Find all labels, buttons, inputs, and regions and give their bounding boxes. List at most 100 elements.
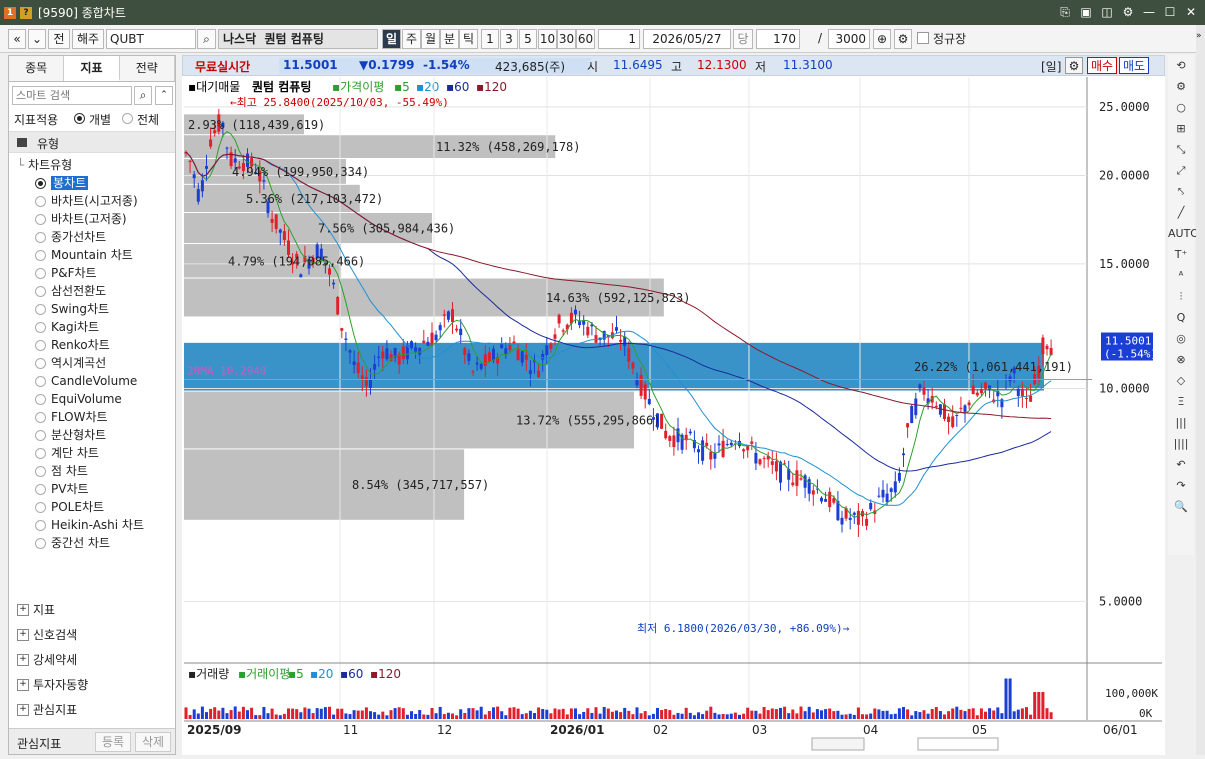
chart-type-radio[interactable] (35, 304, 46, 315)
toolbar-settings-icon[interactable]: ⚙ (894, 29, 912, 49)
chart-type-radio[interactable] (35, 484, 46, 495)
period-tick-button[interactable]: 틱 (459, 29, 478, 49)
dang-button[interactable]: 당 (733, 29, 753, 49)
chart-type-item[interactable]: FLOW차트 (35, 409, 108, 426)
tool-icon[interactable]: AUTO (1168, 223, 1199, 244)
sell-button[interactable]: 매도 (1119, 57, 1149, 74)
chart-type-item[interactable]: POLE차트 (35, 499, 104, 516)
chart-type-radio[interactable] (35, 178, 46, 189)
tool-icon[interactable]: T⁺ (1168, 244, 1194, 265)
chart-type-radio[interactable] (35, 466, 46, 477)
edge-collapse-bar[interactable]: » (1196, 25, 1205, 755)
chart-type-item[interactable]: Renko차트 (35, 337, 110, 354)
prev-button[interactable]: 전 (48, 29, 70, 49)
apply-all-radio[interactable]: 전체 (122, 111, 159, 128)
tool-icon[interactable]: ↶ (1168, 454, 1194, 475)
chart-type-radio[interactable] (35, 502, 46, 513)
chart-type-item[interactable]: EquiVolume (35, 391, 122, 408)
regular-session-checkbox[interactable] (917, 32, 929, 44)
chart-type-item[interactable]: 삼선전환도 (35, 283, 106, 300)
chart-type-item[interactable]: Mountain 차트 (35, 247, 133, 264)
buy-button[interactable]: 매수 (1087, 57, 1117, 74)
count-input[interactable]: 170 (756, 29, 800, 49)
expand-icon[interactable]: » (1196, 31, 1202, 41)
settings-icon[interactable]: ⚙ (1120, 4, 1136, 20)
chart-type-radio[interactable] (35, 340, 46, 351)
tool-icon[interactable]: 🔍 (1168, 496, 1194, 517)
close-icon[interactable]: ✕ (1183, 4, 1199, 20)
interval-30-button[interactable]: 30 (557, 29, 576, 49)
tool-icon[interactable]: ↷ (1168, 475, 1194, 496)
chart-type-radio[interactable] (35, 214, 46, 225)
period-month-button[interactable]: 월 (421, 29, 440, 49)
apply-individual-radio[interactable]: 개별 (74, 111, 111, 128)
tool-icon[interactable]: ╱ (1168, 202, 1194, 223)
tool-icon[interactable]: ⟲ (1168, 55, 1194, 76)
smart-search-input[interactable] (12, 86, 132, 105)
scrollbar[interactable] (811, 737, 865, 751)
chart-type-radio[interactable] (35, 268, 46, 279)
chart-type-item[interactable]: PV차트 (35, 481, 89, 498)
chart-type-item[interactable]: 바차트(시고저종) (35, 193, 138, 210)
fav-register-button[interactable]: 등록 (95, 732, 131, 752)
minimize-icon[interactable]: — (1141, 4, 1157, 20)
link-icon[interactable]: ⎘ (1057, 4, 1073, 20)
chart-type-radio[interactable] (35, 538, 46, 549)
chart-type-radio[interactable] (35, 376, 46, 387)
chart-type-item[interactable]: P&F차트 (35, 265, 97, 282)
save-icon[interactable]: ▣ (1078, 4, 1094, 20)
tab-indicator[interactable]: 지표 (64, 56, 120, 81)
tool-icon[interactable]: ||| (1168, 412, 1194, 433)
chart-type-radio[interactable] (35, 448, 46, 459)
interval-1-button[interactable]: 1 (481, 29, 499, 49)
tool-icon[interactable]: ○ (1168, 97, 1194, 118)
chart-type-item[interactable]: 분산형차트 (35, 427, 106, 444)
section-item[interactable]: 신호검색 (17, 626, 77, 644)
nav-prev-button[interactable]: « (8, 29, 26, 49)
chart-type-item[interactable]: 봉차트 (35, 175, 89, 192)
chart-type-radio[interactable] (35, 196, 46, 207)
interval-3-button[interactable]: 3 (500, 29, 518, 49)
tool-icon[interactable]: ᴬ (1168, 265, 1194, 286)
capture-icon[interactable]: ◫ (1099, 4, 1115, 20)
chart-type-radio[interactable] (35, 358, 46, 369)
region-button[interactable]: 해주 (72, 29, 104, 49)
search-icon[interactable]: ⌕ (134, 86, 152, 105)
chart-type-item[interactable]: 종가선차트 (35, 229, 106, 246)
interval-input[interactable]: 1 (598, 29, 640, 49)
chart-type-radio[interactable] (35, 232, 46, 243)
chart-type-item[interactable]: CandleVolume (35, 373, 137, 390)
tool-icon[interactable]: ◎ (1168, 328, 1194, 349)
chart-type-radio[interactable] (35, 412, 46, 423)
chart-type-radio[interactable] (35, 286, 46, 297)
tool-icon[interactable]: Ξ (1168, 391, 1194, 412)
tab-strategy[interactable]: 전략 (119, 56, 175, 81)
chart-type-radio[interactable] (35, 430, 46, 441)
chart-area[interactable]: ▪대기매물 퀀텀 컴퓨팅 ▪가격이평 ▪5 ▪20 ▪60 ▪120 25.0000 20.00… (182, 55, 1165, 755)
tool-icon[interactable]: ⫶ (1168, 286, 1194, 307)
section-item[interactable]: 관심지표 (17, 701, 77, 719)
chart-type-radio[interactable] (35, 520, 46, 531)
symbol-input[interactable]: QUBT (106, 29, 196, 49)
section-item[interactable]: 투자자동향 (17, 676, 88, 694)
tool-icon[interactable]: ⊞ (1168, 118, 1194, 139)
period-week-button[interactable]: 주 (402, 29, 421, 49)
chart-type-item[interactable]: Swing차트 (35, 301, 109, 318)
tool-icon[interactable]: ⤣ (1168, 181, 1194, 202)
tab-stock[interactable]: 종목 (9, 56, 65, 81)
date-input[interactable]: 2026/05/27 (643, 29, 731, 49)
interval-60-button[interactable]: 60 (576, 29, 595, 49)
tool-icon[interactable]: ⤢ (1168, 160, 1194, 181)
help-icon[interactable]: ? (20, 6, 32, 19)
section-item[interactable]: 지표 (17, 601, 55, 619)
total-input[interactable]: 3000 (828, 29, 870, 49)
type-header[interactable]: 유형 (9, 131, 175, 153)
chart-type-item[interactable]: 중간선 차트 (35, 535, 110, 552)
chart-type-item[interactable]: 계단 차트 (35, 445, 99, 462)
maximize-icon[interactable]: ☐ (1162, 4, 1178, 20)
period-day-button[interactable]: 일 (382, 29, 401, 49)
chart-type-item[interactable]: 역시계곡선 (35, 355, 106, 372)
tool-icon[interactable]: Q (1168, 307, 1194, 328)
chart-type-radio[interactable] (35, 250, 46, 261)
chart-type-item[interactable]: 점 차트 (35, 463, 88, 480)
